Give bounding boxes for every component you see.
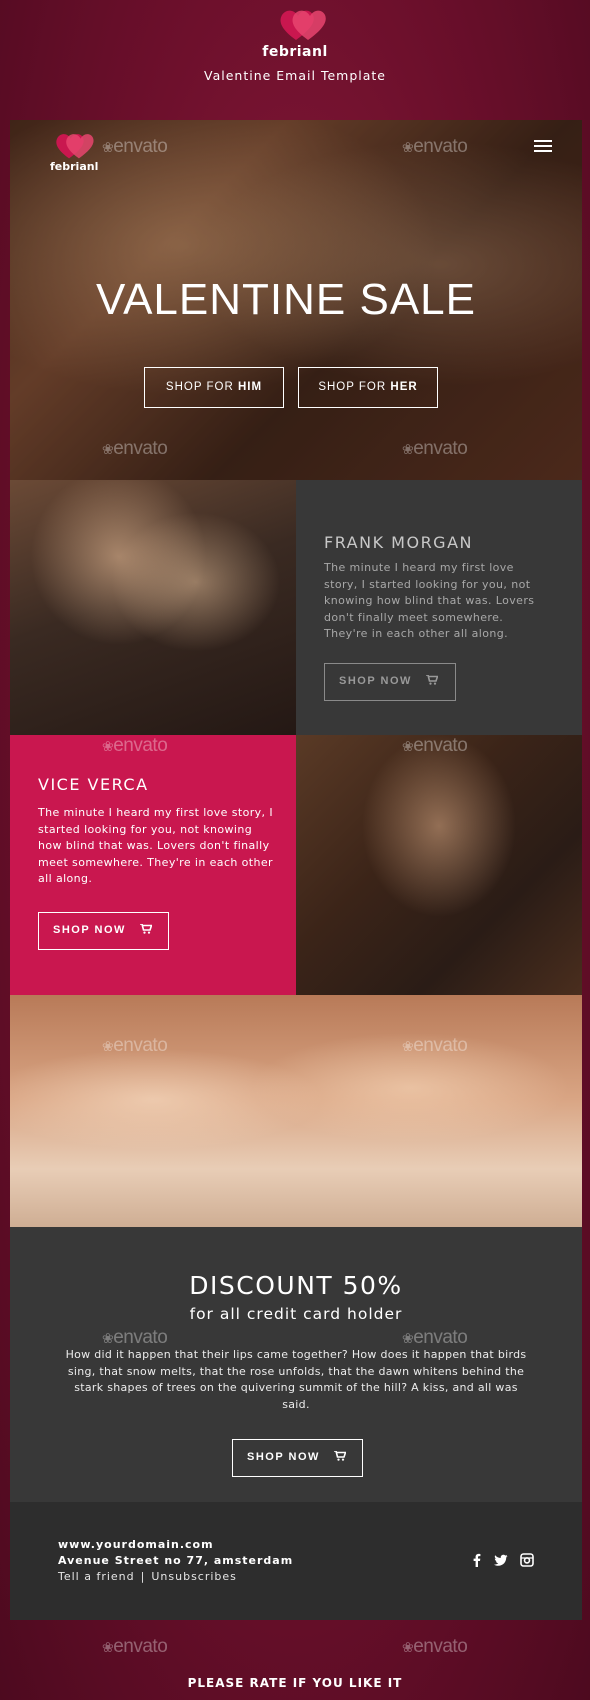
shop-now-button[interactable]: SHOP NOW	[232, 1439, 363, 1477]
brand-name: febrianl	[262, 44, 328, 60]
watermark: ❀envato	[402, 1636, 468, 1657]
shop-now-button[interactable]: SHOP NOW	[324, 663, 456, 701]
hero-banner: febrianl ❀envato ❀envato ❀envato ❀envato…	[10, 120, 582, 480]
watermark: ❀envato	[102, 1636, 168, 1657]
vice-verca-card: ❀envato VICE VERCA The minute I heard my…	[10, 735, 296, 995]
watermark: ❀envato	[102, 136, 168, 157]
shop-for-her-button[interactable]: SHOP FOR HER	[298, 367, 438, 408]
couple-photo	[10, 480, 296, 735]
discount-subtitle: for all credit card holder	[189, 1305, 403, 1323]
top-header: febrianl Valentine Email Template	[0, 0, 590, 120]
footer-links: Tell a friend | Unsubscribes	[58, 1570, 237, 1583]
footer-address: Avenue Street no 77, amsterdam	[58, 1554, 294, 1567]
shop-now-button[interactable]: SHOP NOW	[38, 912, 169, 950]
hero-title: VALENTINE SALE	[96, 275, 476, 324]
email-footer: www.yourdomain.com Avenue Street no 77, …	[10, 1502, 582, 1620]
shop-for-him-button[interactable]: SHOP FOR HIM	[144, 367, 284, 408]
footer-domain[interactable]: www.yourdomain.com	[58, 1538, 214, 1551]
card-title: FRANK MORGAN	[324, 533, 473, 552]
discount-body: How did it happen that their lips came t…	[65, 1348, 527, 1411]
watermark: ❀envato	[402, 136, 468, 157]
watermark: ❀envato	[402, 438, 468, 459]
watermark: ❀envato	[102, 1327, 168, 1348]
couple-dancing-photo: ❀envato	[296, 735, 582, 995]
watermark: ❀envato	[102, 1035, 168, 1056]
cart-icon	[140, 924, 153, 934]
unsubscribe-link[interactable]: Unsubscribes	[151, 1570, 237, 1583]
cart-icon	[426, 675, 439, 685]
link-separator: |	[140, 1570, 146, 1583]
card-body: The minute I heard my first love story, …	[324, 561, 535, 640]
card-body: The minute I heard my first love story, …	[38, 806, 273, 885]
hamburger-menu-icon[interactable]	[534, 140, 552, 154]
discount-section: ❀envato ❀envato DISCOUNT 50% for all cre…	[10, 1227, 582, 1502]
watermark: ❀envato	[402, 1327, 468, 1348]
restaurant-photo: ❀envato ❀envato	[10, 995, 582, 1227]
template-tagline: Valentine Email Template	[204, 68, 386, 83]
email-template: febrianl ❀envato ❀envato ❀envato ❀envato…	[10, 120, 582, 1620]
instagram-icon[interactable]	[520, 1553, 534, 1567]
facebook-icon[interactable]	[470, 1553, 484, 1567]
heart-logo-icon	[280, 10, 326, 40]
frank-morgan-card: FRANK MORGAN The minute I heard my first…	[296, 480, 582, 735]
cart-icon	[334, 1451, 347, 1461]
rate-us-link[interactable]: PLEASE RATE IF YOU LIKE IT	[0, 1676, 590, 1690]
tell-a-friend-link[interactable]: Tell a friend	[58, 1570, 135, 1583]
watermark: ❀envato	[102, 438, 168, 459]
hero-brand-name: febrianl	[50, 160, 99, 173]
discount-title: DISCOUNT 50%	[189, 1271, 403, 1300]
heart-logo-icon	[56, 134, 94, 159]
watermark: ❀envato	[402, 735, 468, 756]
watermark: ❀envato	[102, 735, 168, 756]
card-title: VICE VERCA	[38, 775, 149, 794]
watermark: ❀envato	[402, 1035, 468, 1056]
twitter-icon[interactable]	[494, 1553, 508, 1567]
